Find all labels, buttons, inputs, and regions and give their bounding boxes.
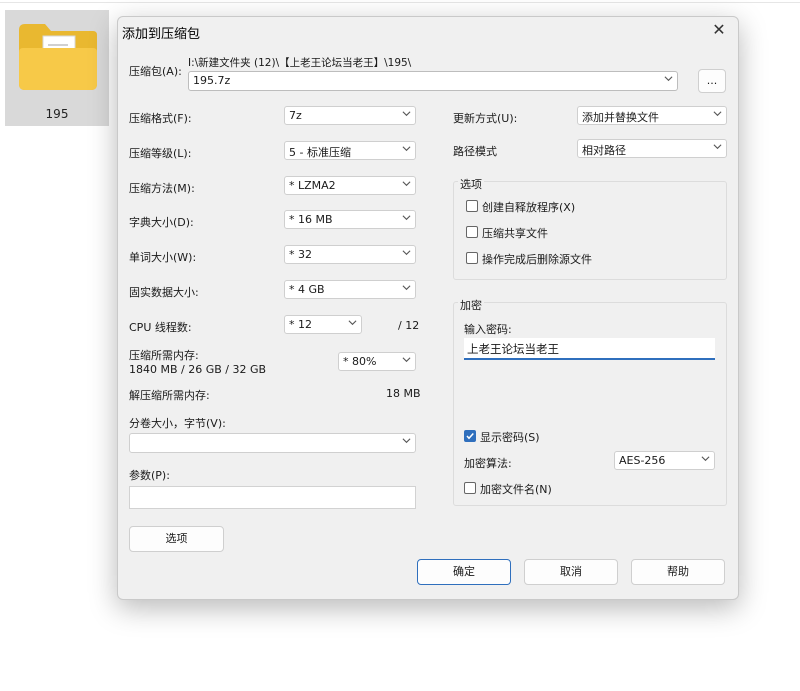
pathmode-select[interactable]: 相对路径 bbox=[577, 139, 727, 158]
dict-value: * 16 MB bbox=[289, 213, 333, 226]
update-select[interactable]: 添加并替换文件 bbox=[577, 106, 727, 125]
archive-path: I:\新建文件夹 (12)\【上老王论坛当老王】\195\ bbox=[188, 57, 412, 69]
dict-select[interactable]: * 16 MB bbox=[284, 210, 416, 229]
chevron-down-icon bbox=[402, 438, 411, 444]
decomp-label: 解压缩所需内存: bbox=[129, 389, 210, 402]
dict-label: 字典大小(D): bbox=[129, 216, 194, 229]
options-button[interactable]: 选项 bbox=[129, 526, 224, 552]
delete-source-checkbox[interactable] bbox=[466, 252, 478, 264]
encryption-group-title: 加密 bbox=[458, 297, 484, 313]
threads-select[interactable]: * 12 bbox=[284, 315, 362, 334]
memory-label: 压缩所需内存: bbox=[129, 349, 199, 362]
memory-value: * 80% bbox=[343, 355, 377, 368]
chevron-down-icon bbox=[402, 215, 411, 221]
options-group-title: 选项 bbox=[458, 176, 484, 192]
params-input[interactable] bbox=[129, 486, 416, 509]
level-value: 5 - 标准压缩 bbox=[289, 146, 351, 159]
word-select[interactable]: * 32 bbox=[284, 245, 416, 264]
sfx-label: 创建自释放程序(X) bbox=[482, 201, 576, 214]
chevron-down-icon bbox=[402, 357, 411, 363]
method-label: 压缩方法(M): bbox=[129, 182, 195, 195]
ok-button[interactable]: 确定 bbox=[417, 559, 511, 585]
solid-select[interactable]: * 4 GB bbox=[284, 280, 416, 299]
solid-value: * 4 GB bbox=[289, 283, 325, 296]
desktop-folder[interactable]: 195 bbox=[5, 10, 109, 126]
pathmode-label: 路径模式 bbox=[453, 145, 497, 158]
options-group: 选项 创建自释放程序(X) 压缩共享文件 操作完成后删除源文件 bbox=[453, 176, 727, 280]
word-value: * 32 bbox=[289, 248, 312, 261]
folder-label: 195 bbox=[45, 107, 69, 121]
update-value: 添加并替换文件 bbox=[582, 111, 659, 124]
encryption-group: 加密 输入密码: 上老王论坛当老王 显示密码(S) 加密算法: AES-256 … bbox=[453, 297, 727, 506]
pathmode-value: 相对路径 bbox=[582, 144, 626, 157]
method-value: * LZMA2 bbox=[289, 179, 336, 192]
memory-detail: 1840 MB / 26 GB / 32 GB bbox=[129, 363, 267, 376]
memory-select[interactable]: * 80% bbox=[338, 352, 416, 371]
chevron-down-icon bbox=[402, 285, 411, 291]
archive-label: 压缩包(A): bbox=[129, 65, 182, 78]
password-label: 输入密码: bbox=[464, 323, 512, 336]
chevron-down-icon bbox=[402, 111, 411, 117]
volume-select[interactable] bbox=[129, 433, 416, 453]
show-password-label: 显示密码(S) bbox=[480, 431, 540, 444]
close-icon[interactable]: ✕ bbox=[708, 19, 730, 41]
chevron-down-icon bbox=[713, 111, 722, 117]
threads-max: / 12 bbox=[398, 319, 420, 332]
encrypt-names-checkbox[interactable] bbox=[464, 482, 476, 494]
format-select[interactable]: 7z bbox=[284, 106, 416, 125]
encrypt-names-label: 加密文件名(N) bbox=[480, 483, 552, 496]
solid-label: 固实数据大小: bbox=[129, 286, 199, 299]
threads-label: CPU 线程数: bbox=[129, 321, 192, 334]
level-label: 压缩等级(L): bbox=[129, 147, 192, 160]
archive-name-value: 195.7z bbox=[193, 74, 231, 87]
enc-method-label: 加密算法: bbox=[464, 457, 512, 470]
folder-icon bbox=[19, 24, 97, 90]
checkmark-icon bbox=[466, 432, 474, 440]
chevron-down-icon bbox=[402, 146, 411, 152]
add-to-archive-dialog: 添加到压缩包 ✕ 压缩包(A): I:\新建文件夹 (12)\【上老王论坛当老王… bbox=[117, 16, 739, 600]
params-label: 参数(P): bbox=[129, 469, 170, 482]
chevron-down-icon bbox=[701, 456, 710, 462]
enc-method-select[interactable]: AES-256 bbox=[614, 451, 715, 470]
format-value: 7z bbox=[289, 109, 302, 122]
dialog-title: 添加到压缩包 bbox=[122, 27, 201, 42]
top-divider bbox=[0, 2, 800, 3]
word-label: 单词大小(W): bbox=[129, 251, 197, 264]
delete-source-label: 操作完成后删除源文件 bbox=[482, 253, 592, 266]
enc-method-value: AES-256 bbox=[619, 454, 666, 467]
shared-checkbox[interactable] bbox=[466, 226, 478, 238]
help-button[interactable]: 帮助 bbox=[631, 559, 725, 585]
password-value: 上老王论坛当老王 bbox=[467, 342, 559, 356]
update-label: 更新方式(U): bbox=[453, 112, 518, 125]
cancel-button[interactable]: 取消 bbox=[524, 559, 618, 585]
format-label: 压缩格式(F): bbox=[129, 112, 192, 125]
decomp-value: 18 MB bbox=[386, 387, 421, 400]
chevron-down-icon bbox=[348, 320, 357, 326]
chevron-down-icon bbox=[402, 181, 411, 187]
level-select[interactable]: 5 - 标准压缩 bbox=[284, 141, 416, 160]
method-select[interactable]: * LZMA2 bbox=[284, 176, 416, 195]
chevron-down-icon bbox=[402, 250, 411, 256]
password-input[interactable]: 上老王论坛当老王 bbox=[464, 338, 715, 360]
shared-label: 压缩共享文件 bbox=[482, 227, 548, 240]
browse-button[interactable]: ... bbox=[698, 69, 726, 93]
show-password-checkbox[interactable] bbox=[464, 430, 476, 442]
chevron-down-icon bbox=[713, 144, 722, 150]
archive-name-combo[interactable]: 195.7z bbox=[188, 71, 678, 91]
threads-value: * 12 bbox=[289, 318, 312, 331]
sfx-checkbox[interactable] bbox=[466, 200, 478, 212]
volume-label: 分卷大小，字节(V): bbox=[129, 417, 226, 430]
chevron-down-icon bbox=[664, 76, 673, 82]
